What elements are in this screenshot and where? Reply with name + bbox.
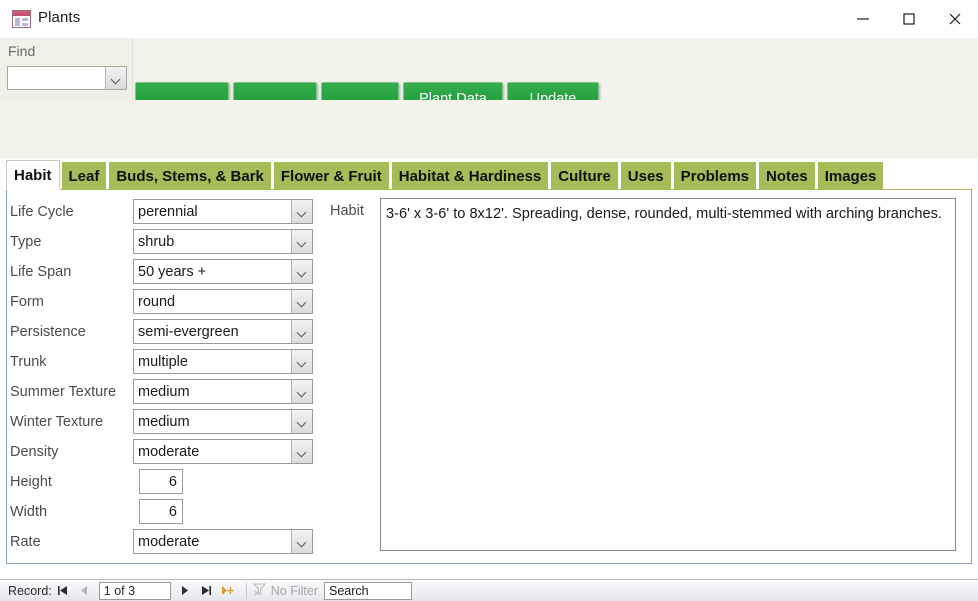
first-record-icon[interactable] [52,581,74,601]
title-bar: Plants [0,0,978,38]
type-value: shrub [138,233,175,250]
find-input-value [8,67,105,89]
rate-label: Rate [10,534,41,550]
no-filter-icon [252,582,267,599]
life-cycle-value: perennial [138,203,198,220]
tab-flower-fruit[interactable]: Flower & Fruit [272,161,390,190]
tab-problems[interactable]: Problems [672,161,757,190]
life-span-label: Life Span [10,264,72,280]
width-field[interactable]: 6 [139,499,183,524]
status-divider [245,582,247,599]
persistence-label: Persistence [10,324,86,340]
panel-bottom-spacer [0,564,978,579]
tab-images[interactable]: Images [816,161,885,190]
chevron-down-icon[interactable] [105,67,126,89]
form-value: round [138,293,176,310]
chevron-down-icon[interactable] [291,260,312,283]
no-filter-label: No Filter [270,583,319,598]
tab-habit[interactable]: Habit [6,160,60,190]
height-field[interactable]: 6 [139,469,183,494]
new-record-icon[interactable] [218,581,240,601]
tab-leaf[interactable]: Leaf [60,161,108,190]
chevron-down-icon[interactable] [291,350,312,373]
access-form-icon [12,10,31,28]
minimize-button[interactable] [840,0,886,38]
persistence-field[interactable]: semi-evergreen [133,319,313,344]
chevron-down-icon[interactable] [291,530,312,553]
record-position-input[interactable]: 1 of 3 [98,581,171,600]
chevron-down-icon[interactable] [291,440,312,463]
window-title: Plants [38,9,81,26]
chevron-down-icon[interactable] [291,380,312,403]
chevron-down-icon[interactable] [291,320,312,343]
previous-record-icon[interactable] [74,581,96,601]
density-value: moderate [138,443,200,460]
last-record-icon[interactable] [196,581,218,601]
record-label: Record: [8,583,52,598]
habit-text-field[interactable]: 3-6' x 3-6' to 8x12'. Spreading, dense, … [380,198,956,551]
next-record-icon[interactable] [174,581,196,601]
winter-texture-label: Winter Texture [10,414,104,430]
trunk-value: multiple [138,353,188,370]
tab-culture[interactable]: Culture [550,161,619,190]
summer-texture-label: Summer Texture [10,384,117,400]
find-group: Find [0,38,133,100]
find-input[interactable] [7,66,127,90]
life-cycle-label: Life Cycle [10,204,74,220]
window-controls [840,0,978,38]
search-input[interactable]: Search [324,581,413,600]
tab-uses[interactable]: Uses [619,161,672,190]
tab-strip: Habit Leaf Buds, Stems, & Bark Flower & … [6,160,972,190]
summer-texture-field[interactable]: medium [133,379,313,404]
type-label: Type [10,234,42,250]
chevron-down-icon[interactable] [291,290,312,313]
record-navigation-bar: Record: 1 of 3 No Filter Search [0,579,978,601]
no-filter-button[interactable]: No Filter [252,582,319,599]
find-label: Find [8,43,36,59]
chevron-down-icon[interactable] [291,230,312,253]
header-fields: Plant ID ABGRXX Genus Abelia Species Edi… [0,100,978,254]
rate-value: moderate [138,533,200,550]
maximize-button[interactable] [886,0,932,38]
density-label: Density [10,444,59,460]
close-button[interactable] [932,0,978,38]
chevron-down-icon[interactable] [291,200,312,223]
trunk-label: Trunk [10,354,47,370]
form-label: Form [10,294,44,310]
tab-buds-stems-bark[interactable]: Buds, Stems, & Bark [108,161,272,190]
habit-text-label: Habit [330,203,364,219]
tab-habitat-hardiness[interactable]: Habitat & Hardiness [390,161,550,190]
life-span-field[interactable]: 50 years + [133,259,313,284]
density-field[interactable]: moderate [133,439,313,464]
winter-texture-field[interactable]: medium [133,409,313,434]
trunk-field[interactable]: multiple [133,349,313,374]
height-label: Height [10,474,52,490]
chevron-down-icon[interactable] [291,410,312,433]
winter-texture-value: medium [138,413,190,430]
toolbar: Find New Duplicate Delete Plant Data She… [0,38,978,134]
width-label: Width [10,504,48,520]
persistence-value: semi-evergreen [138,323,239,340]
tab-notes[interactable]: Notes [758,161,816,190]
type-field[interactable]: shrub [133,229,313,254]
summer-texture-value: medium [138,383,190,400]
life-span-value: 50 years + [138,263,207,280]
life-cycle-field[interactable]: perennial [133,199,313,224]
rate-field[interactable]: moderate [133,529,313,554]
form-field[interactable]: round [133,289,313,314]
